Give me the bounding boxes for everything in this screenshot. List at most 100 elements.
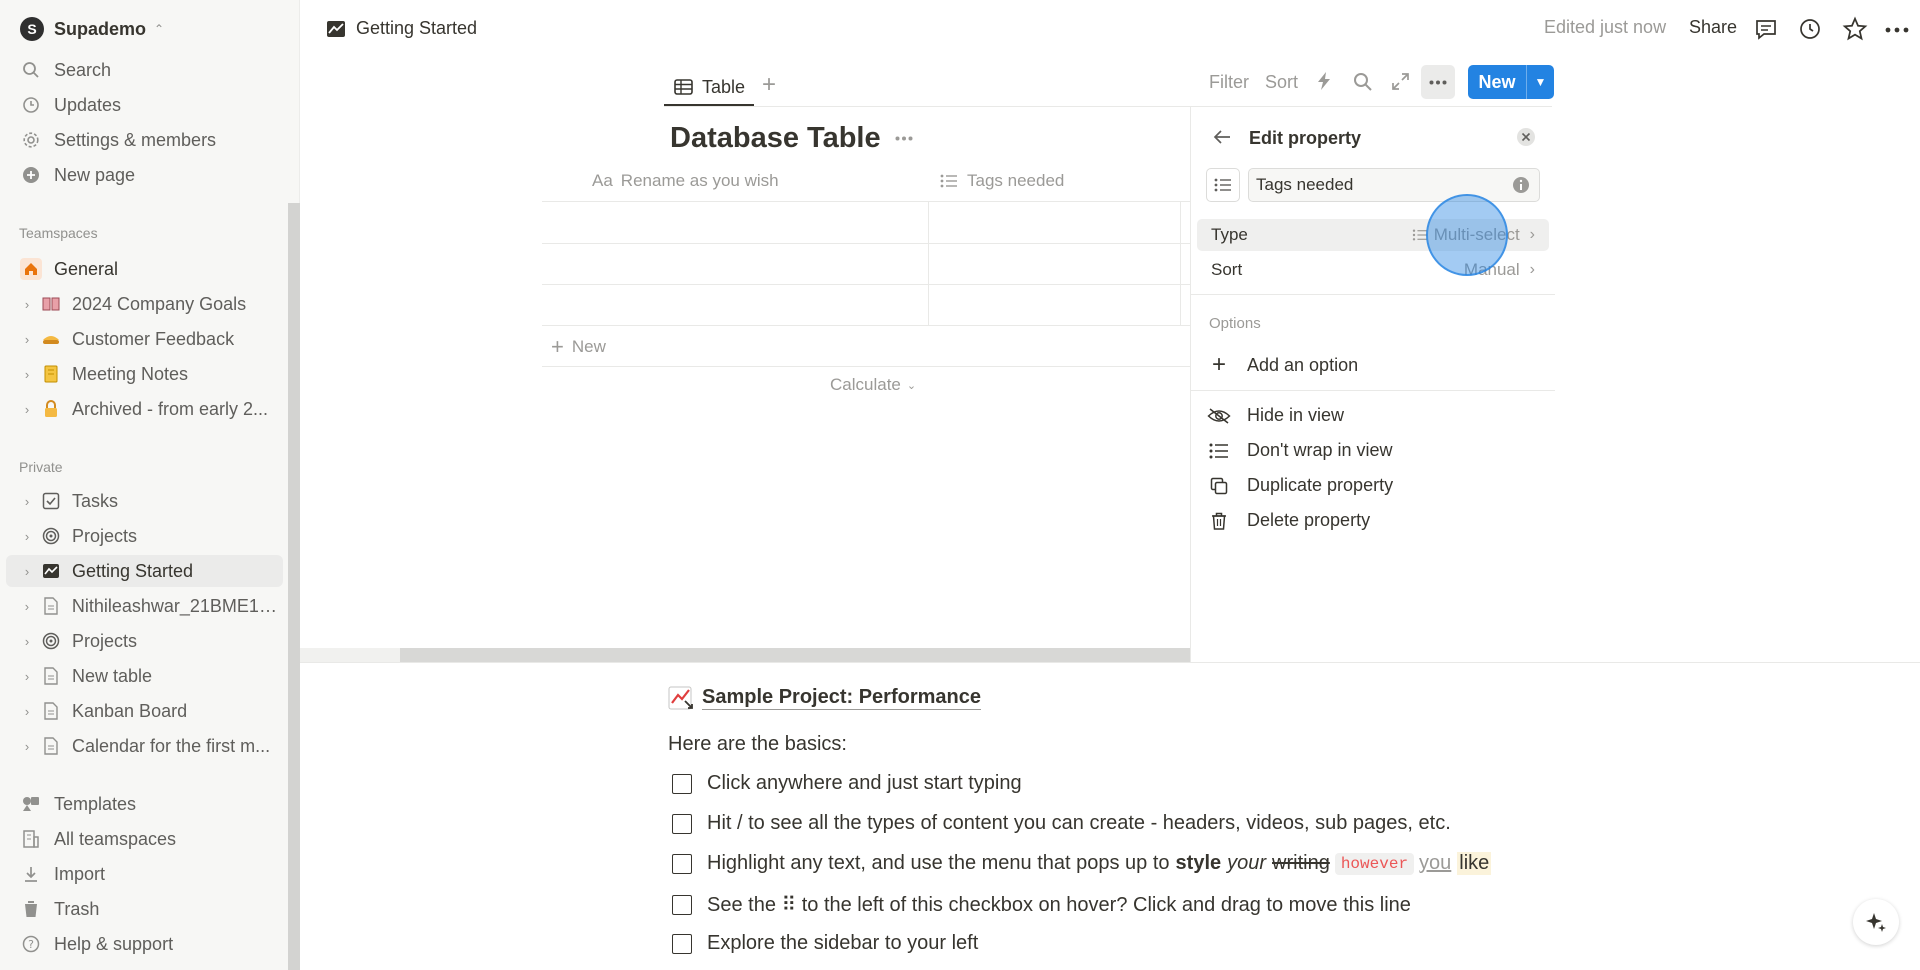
sidebar-item-all-teamspaces[interactable]: All teamspaces [6, 823, 283, 855]
calculate-button[interactable]: Calculate ⌄ [830, 375, 916, 395]
sidebar-item-archived[interactable]: › Archived - from early 2... [6, 393, 283, 425]
todo-item[interactable]: Highlight any text, and use the menu tha… [672, 852, 1492, 875]
sidebar-item-import[interactable]: Import [6, 858, 283, 890]
sidebar-item-updates[interactable]: Updates [6, 89, 283, 121]
todo-item[interactable]: Click anywhere and just start typing [672, 772, 1022, 795]
sidebar-item-new-page[interactable]: New page [6, 159, 283, 191]
sidebar-item-calendar[interactable]: › Calendar for the first m... [6, 730, 283, 762]
chevron-right-icon: › [24, 563, 30, 579]
table-row[interactable] [542, 202, 928, 243]
comment-icon[interactable] [1754, 17, 1778, 41]
duplicate-property-button[interactable]: Duplicate property [1207, 475, 1393, 496]
page-icon [40, 700, 62, 722]
more-options-button[interactable] [1421, 65, 1455, 99]
chart-icon [326, 20, 346, 38]
hide-in-view-button[interactable]: Hide in view [1207, 405, 1344, 426]
todo-item[interactable]: Explore the sidebar to your left [672, 932, 978, 955]
sidebar-item-company-goals[interactable]: › 2024 Company Goals [6, 288, 283, 320]
sidebar-item-getting-started[interactable]: › Getting Started [6, 555, 283, 587]
list-icon [1207, 443, 1231, 459]
column-header-tags[interactable]: Tags needed [940, 171, 1064, 191]
panel-title: Edit property [1249, 128, 1362, 148]
table-scroll-thumb[interactable] [400, 648, 1190, 662]
add-option-label: Add an option [1247, 354, 1359, 375]
clock-icon [20, 94, 42, 116]
table-row[interactable] [542, 244, 928, 284]
back-arrow-icon[interactable] [1213, 129, 1231, 145]
chevron-right-icon: › [24, 493, 30, 509]
sparkle-icon [1865, 911, 1887, 933]
lightning-icon[interactable] [1316, 71, 1332, 91]
new-button-label: New [1478, 71, 1516, 92]
breadcrumb-title: Getting Started [356, 18, 478, 38]
menu-label: Don't wrap in view [1247, 440, 1393, 460]
sidebar-item-settings[interactable]: Settings & members [6, 124, 283, 156]
ai-assistant-button[interactable] [1853, 899, 1899, 945]
more-icon[interactable] [895, 136, 913, 141]
workspace-name: Supademo [54, 18, 147, 39]
breadcrumb[interactable]: Getting Started [326, 18, 477, 39]
tab-table[interactable]: Table [664, 70, 754, 106]
todo-text: Click anywhere and just start typing [707, 772, 1022, 794]
dont-wrap-button[interactable]: Don't wrap in view [1207, 440, 1393, 461]
sidebar-item-trash[interactable]: Trash [6, 893, 283, 925]
book-icon [40, 293, 62, 315]
sidebar-item-label: Help & support [54, 933, 174, 954]
sort-button[interactable]: Sort [1265, 72, 1298, 93]
list-icon [1214, 178, 1232, 192]
type-label: Type [1211, 225, 1248, 244]
sidebar-item-new-table[interactable]: › New table [6, 660, 283, 692]
todo-item[interactable]: Hit / to see all the types of content yo… [672, 812, 1451, 835]
history-icon[interactable] [1798, 17, 1822, 41]
new-row-button[interactable]: + New [551, 334, 606, 360]
templates-icon [20, 793, 42, 815]
sidebar-item-label: Tasks [72, 490, 119, 511]
sidebar-item-tasks[interactable]: › Tasks [6, 485, 283, 517]
todo-text: Explore the sidebar to your left [707, 932, 979, 954]
property-type-icon-button[interactable] [1206, 168, 1240, 202]
sidebar-item-help[interactable]: ? Help & support [6, 928, 283, 960]
filter-button[interactable]: Filter [1209, 72, 1249, 93]
add-view-icon[interactable]: + [762, 71, 776, 99]
close-icon[interactable] [1516, 127, 1536, 147]
sidebar-item-search[interactable]: Search [6, 54, 283, 86]
duplicate-icon [1207, 477, 1231, 495]
column-header-name[interactable]: Aa Rename as you wish [592, 171, 779, 191]
sidebar-item-meeting-notes[interactable]: › Meeting Notes [6, 358, 283, 390]
new-record-button[interactable]: New ▼ [1468, 65, 1554, 99]
todo-checkbox[interactable] [672, 773, 692, 794]
search-icon[interactable] [1353, 72, 1373, 92]
property-name-input[interactable]: Tags needed [1248, 168, 1540, 202]
todo-item[interactable]: See the ⠿ to the left of this checkbox o… [672, 892, 1411, 917]
star-icon[interactable] [1842, 16, 1868, 42]
workspace-switcher[interactable]: S Supademo ⌃ [6, 13, 284, 45]
todo-checkbox[interactable] [672, 853, 692, 874]
expand-icon[interactable] [1391, 72, 1410, 91]
todo-checkbox[interactable] [672, 894, 692, 915]
delete-property-button[interactable]: Delete property [1207, 510, 1370, 531]
share-button[interactable]: Share [1689, 17, 1737, 38]
sidebar-scrollbar[interactable] [288, 203, 300, 970]
sidebar-item-projects-2[interactable]: › Projects [6, 625, 283, 657]
info-icon[interactable] [1512, 176, 1530, 194]
sidebar-item-general[interactable]: General [6, 253, 283, 285]
sidebar-item-projects[interactable]: › Projects [6, 520, 283, 552]
todo-checkbox[interactable] [672, 933, 692, 954]
sidebar-item-label: Settings & members [54, 129, 217, 150]
table-row-border [542, 325, 1190, 326]
sidebar-item-kanban-board[interactable]: › Kanban Board [6, 695, 283, 727]
sidebar-item-templates[interactable]: Templates [6, 788, 283, 820]
svg-text:?: ? [28, 938, 34, 951]
plus-circle-icon [20, 164, 42, 186]
add-option-button[interactable]: + Add an option [1207, 351, 1358, 379]
table-row[interactable] [542, 285, 928, 325]
chevron-down-icon[interactable]: ▼ [1526, 65, 1554, 99]
sidebar-item-label: All teamspaces [54, 828, 177, 849]
table-row-border [542, 366, 1190, 367]
todo-checkbox[interactable] [672, 813, 692, 834]
property-name-value: Tags needed [1256, 175, 1354, 194]
sidebar-item-nithileashwar[interactable]: › Nithileashwar_21BME10... [6, 590, 283, 622]
more-icon[interactable] [1885, 27, 1909, 33]
page-link[interactable]: Sample Project: Performance [668, 686, 981, 710]
sidebar-item-customer-feedback[interactable]: › Customer Feedback [6, 323, 283, 355]
